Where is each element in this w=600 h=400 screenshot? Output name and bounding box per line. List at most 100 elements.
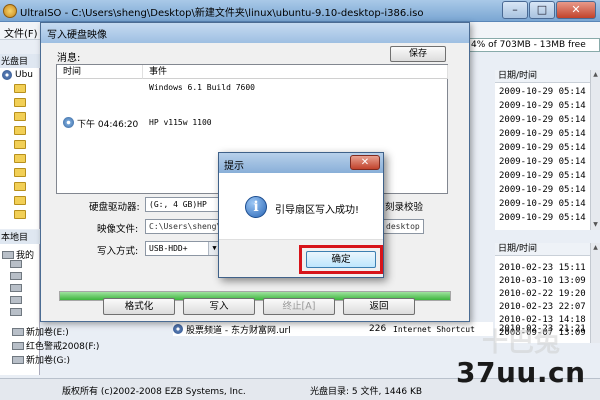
window-title: UltraISO - C:\Users\sheng\Desktop\新建文件夹\… [20, 8, 424, 19]
disc-tree-pane: 光盘目 Ubu [0, 54, 40, 229]
local-tree-item-e[interactable]: 新加卷(E:) [12, 325, 69, 338]
local-tree-header: 本地目 [0, 230, 40, 244]
local-tree-item[interactable] [10, 284, 24, 292]
local-tree-item[interactable] [10, 296, 24, 304]
date-cell: 2009-10-29 05:14 [499, 115, 586, 125]
folder-icon [14, 196, 26, 205]
image-file-input-tail[interactable]: desktop [382, 219, 424, 234]
log-time: 下午 04:46:20 [77, 120, 139, 130]
write-method-label: 写入方式: [97, 246, 139, 257]
scroll-down-icon[interactable]: ▼ [591, 220, 600, 230]
tree-folder[interactable] [14, 84, 26, 93]
date-cell: 2009-10-29 05:14 [499, 101, 586, 111]
write-button[interactable]: 写入 [183, 298, 255, 315]
file-row-url[interactable]: 股票频道 - 东方财富网.url 226 Internet Shortcut [173, 322, 493, 336]
disc-size-indicator: 4% of 703MB - 13MB free [468, 38, 600, 52]
tree-folder[interactable] [14, 154, 26, 163]
local-tree-item[interactable] [10, 260, 24, 268]
tree-root[interactable]: Ubu [2, 70, 33, 80]
log-event: HP v115w 1100 [149, 118, 212, 127]
disc-list-scrollbar[interactable]: ▲ ▼ [590, 70, 600, 230]
close-button[interactable]: ✕ [556, 1, 596, 19]
write-dialog-title: 写入硬盘映像 [47, 30, 107, 41]
tree-folder[interactable] [14, 112, 26, 121]
date-cell: 2009-10-29 05:14 [499, 199, 586, 209]
scroll-up-icon[interactable]: ▲ [591, 243, 600, 253]
tree-folder[interactable] [14, 98, 26, 107]
tree-folder[interactable] [14, 210, 26, 219]
maximize-button[interactable]: □ [529, 1, 555, 19]
tree-folder[interactable] [14, 140, 26, 149]
format-button[interactable]: 格式化 [103, 298, 175, 315]
tree-folder[interactable] [14, 196, 26, 205]
local-tree-label: 红色警戒2008(F:) [26, 342, 100, 352]
local-tree-item[interactable] [10, 308, 24, 316]
tree-root-label: Ubu [15, 70, 34, 80]
log-event-header[interactable]: 事件 [143, 65, 448, 79]
ok-button[interactable]: 确定 [306, 251, 376, 268]
folder-icon [14, 210, 26, 219]
write-method-select[interactable]: USB-HDD+ ▼ [145, 241, 221, 256]
drive-icon [10, 296, 22, 304]
drive-icon [10, 272, 22, 280]
computer-icon [2, 250, 14, 259]
window-controls: – □ ✕ [501, 1, 596, 19]
drive-icon [12, 355, 24, 364]
image-file-label: 映像文件: [97, 224, 139, 235]
local-list-scrollbar[interactable]: ▲ [590, 243, 600, 343]
folder-icon [14, 98, 26, 107]
abort-button[interactable]: 终止[A] [263, 298, 335, 315]
local-tree-item-g[interactable]: 新加卷(G:) [12, 353, 70, 366]
verify-checkbox-label[interactable]: 刻录校验 [385, 199, 423, 213]
date-cell: 2010-02-22 19:20 [499, 289, 586, 299]
folder-icon [14, 112, 26, 121]
image-file-input[interactable]: C:\Users\sheng\Desktop\新建文件夹\linux\ubunt… [145, 219, 221, 234]
watermark-cn: 十巴兔 [482, 328, 561, 358]
date-cell: 2009-10-29 05:14 [499, 157, 586, 167]
log-disc-icon [63, 117, 74, 128]
folder-icon [14, 168, 26, 177]
write-method-value: USB-HDD+ [149, 244, 188, 253]
date-cell: 2009-10-29 05:14 [499, 143, 586, 153]
tree-folder[interactable] [14, 126, 26, 135]
drive-icon [12, 327, 24, 336]
log-event: Windows 6.1 Build 7600 [149, 83, 255, 92]
drive-icon [10, 284, 22, 292]
scroll-up-icon[interactable]: ▲ [591, 70, 600, 80]
drive-select[interactable]: (G:, 4 GB)HP [145, 197, 223, 212]
tips-footer: 确定 [219, 239, 383, 277]
local-tree-item[interactable] [10, 272, 24, 280]
folder-icon [14, 154, 26, 163]
folder-icon [14, 84, 26, 93]
tips-close-button[interactable]: ✕ [350, 155, 380, 170]
date-cell: 2010-03-10 13:09 [499, 276, 586, 286]
disc-icon [2, 70, 12, 80]
tree-folder[interactable] [14, 168, 26, 177]
file-size: 226 [369, 324, 387, 334]
menu-file[interactable]: 文件(F) [4, 25, 38, 40]
date-cell: 2010-02-23 22:07 [499, 302, 586, 312]
save-log-button[interactable]: 保存 [390, 46, 446, 62]
log-time-header[interactable]: 时间 [57, 65, 143, 79]
status-copyright: 版权所有 (c)2002-2008 EZB Systems, Inc. [62, 387, 246, 397]
local-date-column-header[interactable]: 日期/时间 [495, 243, 590, 256]
local-tree-label: 新加卷(E:) [26, 328, 69, 338]
local-tree-label: 新加卷(G:) [26, 356, 71, 366]
folder-icon [14, 182, 26, 191]
date-cell: 2009-10-29 05:14 [499, 171, 586, 181]
local-tree-item-f[interactable]: 红色警戒2008(F:) [12, 339, 99, 352]
return-button[interactable]: 返回 [343, 298, 415, 315]
folder-icon [14, 140, 26, 149]
status-disc-info: 光盘目录: 5 文件, 1446 KB [310, 387, 423, 397]
date-cell: 2009-10-29 05:14 [499, 87, 586, 97]
ok-highlight-box: 确定 [299, 245, 383, 274]
drive-label: 硬盘驱动器: [89, 202, 140, 213]
tips-titlebar: 提示 ✕ [219, 153, 383, 173]
drive-icon [12, 341, 24, 350]
success-tips-dialog: 提示 ✕ i 引导扇区写入成功! 确定 [218, 152, 384, 278]
date-column-header[interactable]: 日期/时间 [495, 70, 590, 83]
ultraiso-app-icon [3, 4, 17, 18]
minimize-button[interactable]: – [502, 1, 528, 19]
tips-title: 提示 [224, 161, 244, 172]
tree-folder[interactable] [14, 182, 26, 191]
